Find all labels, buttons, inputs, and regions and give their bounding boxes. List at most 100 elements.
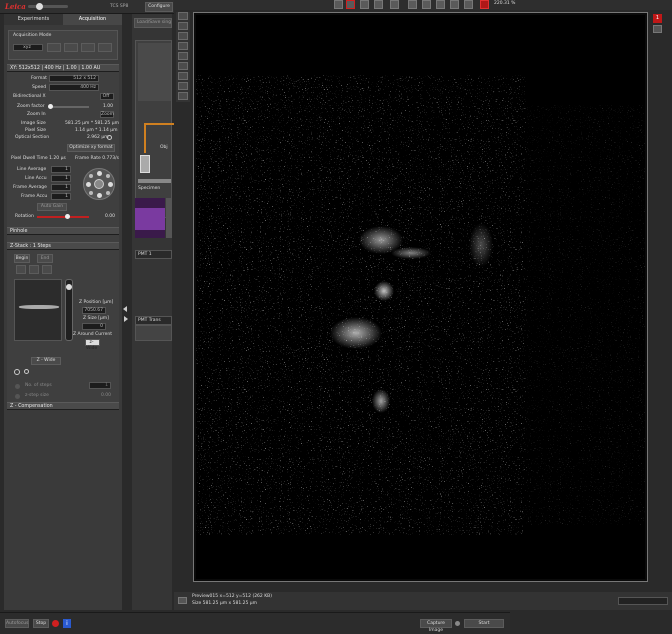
max-proj-icon[interactable] — [178, 72, 188, 80]
zoom-factor-knob[interactable] — [48, 104, 53, 109]
zstack-header[interactable]: Z-Stack : 1 Steps — [7, 242, 119, 250]
header-slider-knob[interactable] — [36, 3, 43, 10]
collapse-left-icon[interactable] — [123, 306, 127, 312]
rotation-slider[interactable] — [37, 214, 89, 219]
grid-icon[interactable] — [178, 42, 188, 50]
scan-field-wheel[interactable] — [83, 168, 115, 200]
rotation-label: Rotation — [15, 214, 34, 219]
scan-left-icon[interactable] — [86, 182, 91, 187]
scan-dl-icon[interactable] — [89, 191, 93, 195]
bidirectional-toggle[interactable]: Off — [100, 93, 114, 100]
crop-icon[interactable] — [360, 0, 369, 9]
spectrum-controls[interactable] — [166, 198, 172, 238]
status-icon[interactable] — [178, 597, 187, 604]
pan-icon[interactable] — [436, 0, 445, 9]
scan-down-icon[interactable] — [97, 193, 102, 198]
mode-button-4[interactable] — [98, 43, 112, 52]
overlay-icon[interactable] — [178, 22, 188, 30]
mode-button-1[interactable] — [47, 43, 61, 52]
scan-ur-icon[interactable] — [106, 174, 110, 178]
load-save-setting[interactable]: Load/Save single setting — [134, 18, 172, 28]
zstack-begin-button[interactable]: Begin — [14, 254, 30, 263]
pmt-trans-row[interactable]: PMT Trans — [135, 316, 172, 325]
z-magnifier-icon[interactable] — [14, 369, 20, 375]
select-icon[interactable] — [334, 0, 343, 9]
acquisition-mode-select[interactable]: xyz — [13, 44, 43, 51]
histogram-icon[interactable] — [178, 92, 188, 100]
zstack-tool-2[interactable] — [29, 265, 39, 274]
channel-icon[interactable] — [178, 12, 188, 20]
lut-icon[interactable] — [178, 32, 188, 40]
header-slider[interactable] — [28, 3, 68, 10]
scan-settings-header[interactable]: XY: 512x512 | 400 Hz | 1.00 | 1.00 AU — [7, 64, 119, 72]
status-right-field — [618, 597, 668, 605]
zstack-end-button[interactable]: End — [37, 254, 53, 263]
frame-rate-label: Frame Rate 0.773/s — [75, 156, 119, 162]
mode-button-2[interactable] — [64, 43, 78, 52]
pinhole-header[interactable]: Pinhole — [7, 227, 119, 235]
microscope-image[interactable] — [196, 15, 645, 579]
zstack-tool-3[interactable] — [42, 265, 52, 274]
pointer-icon[interactable] — [346, 0, 355, 9]
scan-ul-icon[interactable] — [89, 174, 93, 178]
optical-section-icon[interactable] — [107, 135, 112, 140]
line-average-field[interactable]: 1 — [51, 166, 71, 173]
text-icon[interactable] — [178, 62, 188, 70]
speed-select[interactable]: 400 Hz — [49, 84, 99, 91]
info-icon[interactable]: i — [63, 619, 71, 628]
capture-dot-icon[interactable] — [455, 621, 460, 626]
z-size-field[interactable]: 0 — [82, 323, 106, 330]
rotation-knob[interactable] — [65, 214, 70, 219]
zoom-icon[interactable] — [450, 0, 459, 9]
autofocus-button[interactable]: Autofocus — [5, 619, 29, 628]
frame-average-field[interactable]: 1 — [51, 184, 71, 191]
scan-dr-icon[interactable] — [106, 191, 110, 195]
zoom-factor-slider[interactable] — [48, 104, 89, 109]
fullscreen-icon[interactable] — [480, 0, 489, 9]
steps-radio[interactable] — [15, 384, 20, 389]
z-step-size-label: z-step size — [25, 393, 49, 398]
z-position-slider[interactable] — [65, 279, 73, 341]
zoom-fit-icon[interactable] — [464, 0, 473, 9]
no-of-steps-field[interactable]: 1 — [89, 382, 111, 389]
z-drive-select[interactable]: Z - Wide — [31, 357, 61, 365]
scan-settings-body: Format 512 x 512 Speed 400 Hz Bidirectio… — [7, 72, 119, 242]
configure-tab[interactable]: Configure — [145, 2, 173, 12]
move-icon[interactable] — [422, 0, 431, 9]
stop-button[interactable]: Stop — [33, 619, 49, 628]
pmt1-row[interactable]: PMT 1 — [135, 250, 172, 259]
tab-acquisition[interactable]: Acquisition — [63, 14, 122, 25]
start-button[interactable]: Start — [464, 619, 504, 628]
format-select[interactable]: 512 x 512 — [49, 75, 99, 82]
z-compensation-header[interactable]: Z - Compensation — [7, 402, 119, 410]
app-header: Leica TCS SP8 Configure — [0, 0, 174, 14]
tab-experiments[interactable]: Experiments — [4, 14, 63, 25]
stepsize-radio[interactable] — [15, 394, 20, 399]
z-around-field[interactable]: z-Wide — [85, 339, 100, 351]
specimen-label: Specimen — [138, 186, 161, 191]
scan-up-icon[interactable] — [97, 171, 102, 176]
expand-right-icon[interactable] — [124, 316, 128, 322]
frame-accu-field[interactable]: 1 — [51, 193, 71, 200]
rotate-icon[interactable] — [374, 0, 383, 9]
record-icon[interactable] — [52, 620, 59, 627]
mode-button-3[interactable] — [81, 43, 95, 52]
profile-icon[interactable] — [178, 82, 188, 90]
z-target-icon[interactable] — [24, 369, 29, 374]
zstack-tool-1[interactable] — [16, 265, 26, 274]
z-position-field[interactable]: 7050.67 — [82, 307, 106, 314]
notification-badge[interactable]: 1 — [653, 14, 662, 23]
measure-icon[interactable] — [390, 0, 399, 9]
snapshot-icon[interactable] — [653, 25, 662, 33]
auto-gain-button[interactable]: Auto Gain — [37, 203, 67, 211]
viewer-status-bar: Preview015 x=512 y=512 (262 KB) Size 581… — [174, 592, 672, 610]
scale-icon[interactable] — [178, 52, 188, 60]
line-accu-field[interactable]: 1 — [51, 175, 71, 182]
scan-right-icon[interactable] — [108, 182, 113, 187]
z-position-knob[interactable] — [66, 284, 72, 290]
scan-field-center[interactable] — [94, 179, 104, 189]
capture-image-button[interactable]: Capture Image — [420, 619, 452, 633]
line-icon[interactable] — [408, 0, 417, 9]
zoom-in-button[interactable]: Zoom — [100, 111, 114, 118]
optimize-format-button[interactable]: Optimize xy format — [67, 144, 115, 152]
